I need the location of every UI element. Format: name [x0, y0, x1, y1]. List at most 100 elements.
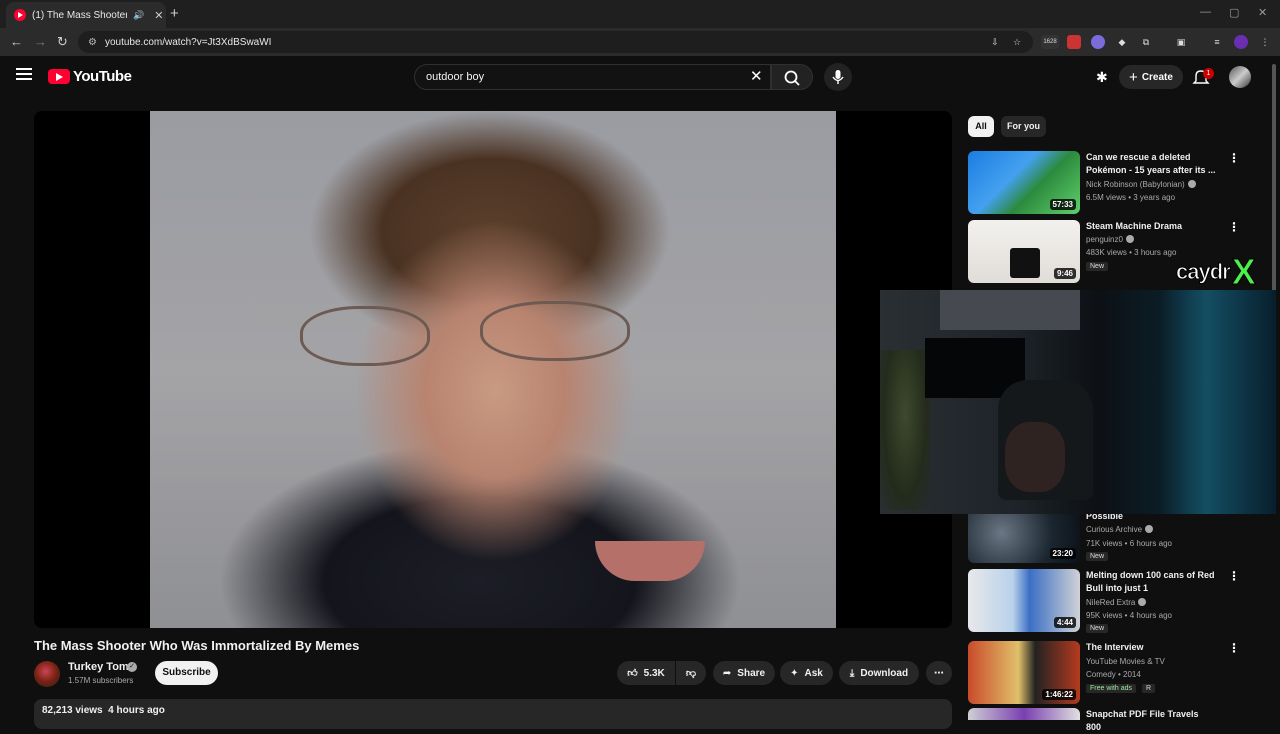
video-title[interactable]: Can we rescue a deleted Pokémon - 15 yea… [1086, 151, 1216, 177]
forward-icon[interactable]: → [34, 34, 47, 49]
thumbnail-device-shape [1010, 248, 1040, 278]
thumbs-down-icon: 👎︎ [685, 668, 697, 679]
more-actions-button[interactable]: ⋯ [926, 661, 952, 685]
extension-counter-icon[interactable]: 1628 [1041, 35, 1059, 49]
account-avatar[interactable] [1229, 66, 1251, 88]
chip-all[interactable]: All [968, 116, 994, 137]
subscriber-count: 1.57M subscribers [68, 676, 134, 685]
webcam-overlay [880, 290, 1276, 514]
dislike-button[interactable]: 👎︎ [676, 661, 706, 685]
ask-button[interactable]: ✦ Ask [780, 661, 833, 685]
more-vert-icon[interactable]: ⋮ [1228, 220, 1240, 234]
search-button[interactable] [771, 64, 813, 90]
cam-wall-banner [940, 290, 1080, 330]
search-input[interactable]: outdoor boy [414, 64, 771, 90]
sparkle-icon: ✦ [790, 667, 799, 679]
description-box[interactable]: 82,213 views 4 hours ago [34, 699, 952, 729]
cast-spark-icon[interactable]: ✱ [1096, 69, 1108, 86]
video-duration: 4:44 [1053, 617, 1076, 628]
tab-close-icon[interactable]: ✕ [154, 9, 163, 22]
bookmark-star-icon[interactable]: ☆ [1010, 35, 1024, 49]
create-label: Create [1141, 71, 1173, 83]
cam-blue-light [1160, 290, 1276, 514]
side-panel-icon[interactable]: ▣ [1174, 35, 1188, 49]
hamburger-menu-icon[interactable] [16, 68, 32, 80]
channel-name[interactable]: YouTube Movies & TV [1086, 657, 1165, 666]
channel-text: Curious Archive [1086, 525, 1143, 534]
verified-icon [1187, 180, 1196, 188]
more-vert-icon[interactable]: ⋮ [1228, 641, 1240, 655]
extension-red-icon[interactable] [1067, 35, 1081, 49]
share-button[interactable]: ➦ Share [713, 661, 775, 685]
extension-diamond-icon[interactable]: ◆ [1115, 35, 1129, 49]
video-thumbnail[interactable]: 57:33 [968, 151, 1080, 214]
video-title[interactable]: Melting down 100 cans of Red Bull into j… [1086, 569, 1216, 595]
chip-for-you[interactable]: For you [1001, 116, 1046, 137]
extensions-puzzle-icon[interactable]: ⧉ [1139, 35, 1153, 49]
video-title[interactable]: Snapchat PDF File Travels 800 [1086, 708, 1216, 734]
share-label: Share [737, 667, 766, 679]
browser-tab[interactable]: (1) The Mass Shooter Who Was Immortalize… [6, 2, 166, 28]
create-button[interactable]: + Create [1119, 65, 1183, 89]
free-with-ads-badge: Free with ads [1086, 684, 1137, 693]
new-badge: New [1086, 624, 1109, 633]
video-duration: 1:46:22 [1042, 689, 1076, 700]
maximize-icon[interactable]: ▢ [1229, 6, 1239, 19]
video-title[interactable]: Steam Machine Drama [1086, 220, 1216, 233]
youtube-logo-icon [48, 69, 70, 84]
cam-person [1005, 422, 1065, 492]
site-info-icon[interactable]: ⚙ [88, 37, 97, 48]
subscribe-button[interactable]: Subscribe [155, 661, 218, 685]
video-duration: 57:33 [1049, 199, 1076, 210]
more-vert-icon[interactable]: ⋮ [1228, 151, 1240, 165]
reload-icon[interactable]: ↻ [57, 34, 68, 50]
verified-icon [1125, 235, 1134, 243]
new-badge: New [1086, 552, 1109, 561]
verified-icon [1145, 525, 1154, 533]
video-meta: Comedy • 2014 [1086, 670, 1141, 679]
search-value: outdoor boy [426, 71, 485, 83]
video-thumbnail[interactable]: 9:46 [968, 220, 1080, 283]
more-horizontal-icon: ⋯ [934, 667, 944, 679]
video-meta: 6.5M views • 3 years ago [1086, 193, 1176, 202]
like-button[interactable]: 👍︎ 5.3K [617, 661, 675, 685]
profile-icon[interactable] [1234, 35, 1248, 49]
channel-name[interactable]: Curious Archive [1086, 525, 1154, 534]
minimize-icon[interactable]: — [1200, 6, 1211, 18]
tab-audio-icon[interactable]: 🔊 [133, 10, 144, 21]
ask-label: Ask [804, 667, 823, 679]
clear-search-icon[interactable]: ✕ [750, 67, 763, 85]
rating-badge: R [1142, 684, 1156, 693]
verified-icon [1138, 598, 1147, 606]
browser-tab-bar: (1) The Mass Shooter Who Was Immortalize… [0, 0, 1280, 28]
channel-name[interactable]: Turkey Tom [68, 661, 129, 673]
browser-menu-icon[interactable]: ⋮ [1258, 35, 1272, 49]
extension-purple-icon[interactable] [1091, 35, 1105, 49]
channel-name[interactable]: NileRed Extra [1086, 598, 1147, 607]
channel-name[interactable]: penguinz0 [1086, 235, 1134, 244]
video-meta: 95K views • 4 hours ago [1086, 611, 1172, 620]
video-meta: 483K views • 3 hours ago [1086, 248, 1177, 257]
video-title[interactable]: The Interview [1086, 641, 1216, 654]
video-thumbnail[interactable] [968, 708, 1080, 720]
voice-search-button[interactable] [824, 63, 852, 91]
new-tab-button[interactable]: + [170, 5, 179, 22]
youtube-logo[interactable]: YouTube [48, 68, 132, 85]
video-thumbnail[interactable]: 23:20 [968, 513, 1080, 563]
media-control-icon[interactable]: ≡ [1210, 35, 1224, 49]
video-player[interactable] [34, 111, 952, 628]
address-bar[interactable]: ⚙ youtube.com/watch?v=Jt3XdBSwaWI [78, 31, 1033, 53]
window-close-icon[interactable]: ✕ [1258, 6, 1267, 19]
video-thumbnail[interactable]: 4:44 [968, 569, 1080, 632]
download-button[interactable]: ⤓ Download [839, 661, 919, 685]
channel-text: Nick Robinson (Babylonian) [1086, 180, 1185, 189]
install-app-icon[interactable]: ⇩ [988, 35, 1002, 49]
back-icon[interactable]: ← [10, 34, 23, 49]
notification-count-badge: 1 [1203, 68, 1214, 79]
channel-name[interactable]: Nick Robinson (Babylonian) [1086, 180, 1196, 189]
more-vert-icon[interactable]: ⋮ [1228, 569, 1240, 583]
channel-avatar[interactable] [34, 661, 60, 687]
youtube-favicon-icon [14, 9, 26, 21]
video-thumbnail[interactable]: 1:46:22 [968, 641, 1080, 704]
brand-x-mark: X [1231, 251, 1256, 292]
